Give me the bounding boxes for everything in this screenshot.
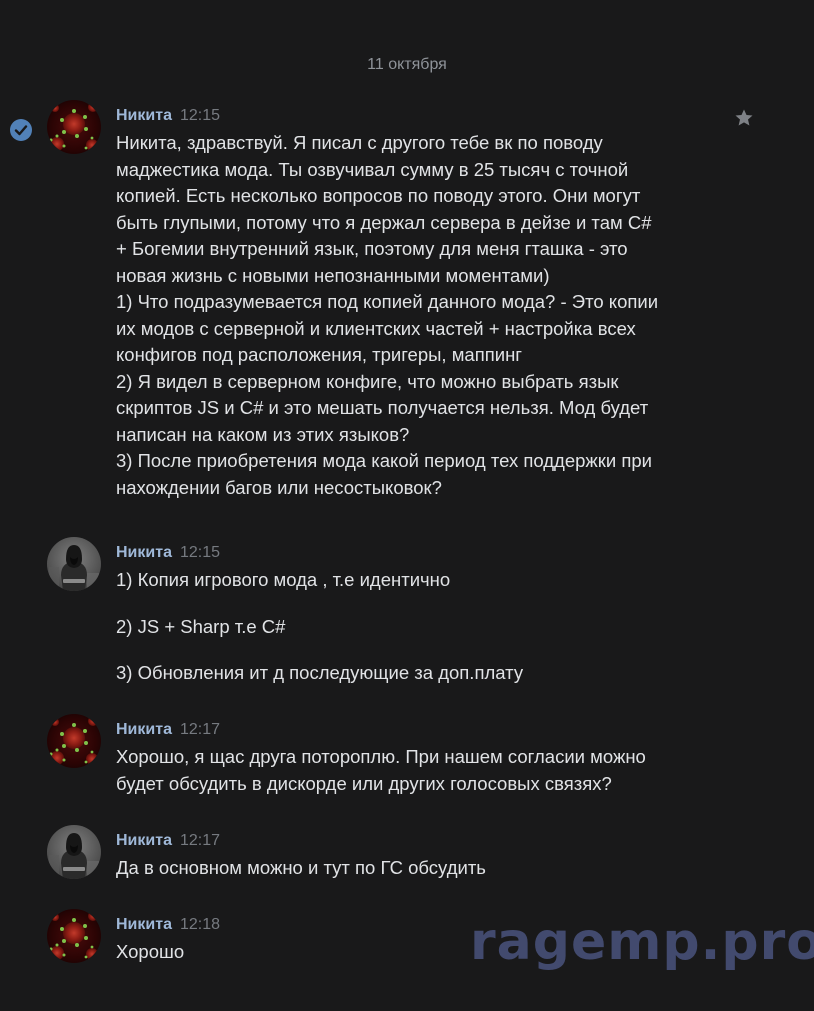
text-line: 1) Что подразумевается под копией данног… (116, 291, 659, 312)
text-line: их модов с серверной и клиентских частей… (116, 317, 636, 339)
message-header: Никита 12:15 (116, 543, 220, 563)
text-line: быть глупыми, потому что я держал сервер… (116, 211, 652, 233)
text-line: маджестика мода. Ты озвучивал сумму в 25… (116, 158, 629, 180)
message-header: Никита 12:18 (116, 915, 220, 935)
message-time[interactable]: 12:18 (180, 916, 220, 933)
message-time[interactable]: 12:17 (180, 721, 220, 738)
date-separator: 11 октября (367, 56, 447, 73)
watermark: ragemp.pro (470, 912, 814, 972)
message-header: Никита 12:17 (116, 831, 220, 851)
text-line: написан на каком из этих языков? (116, 423, 410, 445)
text-line: 3) Обновления ит д последующие за доп.пл… (116, 662, 524, 683)
check-circle-icon[interactable] (9, 118, 33, 142)
message-text: Хорошо, я щас друга потороплю. При нашем… (116, 744, 716, 797)
text-line: Хорошо, я щас друга потороплю. При нашем… (116, 746, 646, 767)
text-line: 1) Копия игрового мода , т.е идентично (116, 569, 451, 590)
message-text: Да в основном можно и тут по ГС обсудить (116, 855, 716, 882)
avatar[interactable] (47, 100, 101, 154)
text-line: нахождении багов или несостыковок? (116, 476, 442, 498)
author-name[interactable]: Никита (116, 916, 172, 933)
message-time[interactable]: 12:15 (180, 544, 220, 561)
star-icon[interactable] (734, 108, 754, 128)
text-line: скриптов JS и C# и это мешать получается… (116, 397, 649, 418)
text-line: конфигов под расположения, тригеры, мапп… (116, 344, 523, 365)
avatar[interactable] (47, 909, 101, 963)
author-name[interactable]: Никита (116, 832, 172, 849)
text-line: Да в основном можно и тут по ГС обсудить (116, 857, 486, 878)
text-line: 2) JS + Sharp т.е C# (116, 615, 286, 637)
text-line: 3) После приобретения мода какой период … (116, 450, 653, 471)
text-line: копией. Есть несколько вопросов по повод… (116, 185, 641, 206)
avatar[interactable] (47, 714, 101, 768)
author-name[interactable]: Никита (116, 544, 172, 561)
avatar[interactable] (47, 825, 101, 879)
message-header: Никита 12:15 (116, 106, 220, 126)
message-time[interactable]: 12:15 (180, 107, 220, 124)
avatar[interactable] (47, 537, 101, 591)
text-line: 2) Я видел в серверном конфиге, что можн… (116, 370, 619, 392)
text-line: новая жизнь с новыми непознанными момент… (116, 264, 550, 286)
text-line: Никита, здравствуй. Я писал с другого те… (116, 132, 603, 153)
message-header: Никита 12:17 (116, 720, 220, 740)
text-line: + Богемии внутренний язык, поэтому для м… (116, 238, 628, 259)
message-text: 1) Копия игрового мода , т.е идентично 2… (116, 567, 716, 687)
author-name[interactable]: Никита (116, 721, 172, 738)
message-time[interactable]: 12:17 (180, 832, 220, 849)
text-line: будет обсудить в дискорде или других гол… (116, 772, 612, 794)
message-text: Никита, здравствуй. Я писал с другого те… (116, 130, 716, 501)
author-name[interactable]: Никита (116, 107, 172, 124)
